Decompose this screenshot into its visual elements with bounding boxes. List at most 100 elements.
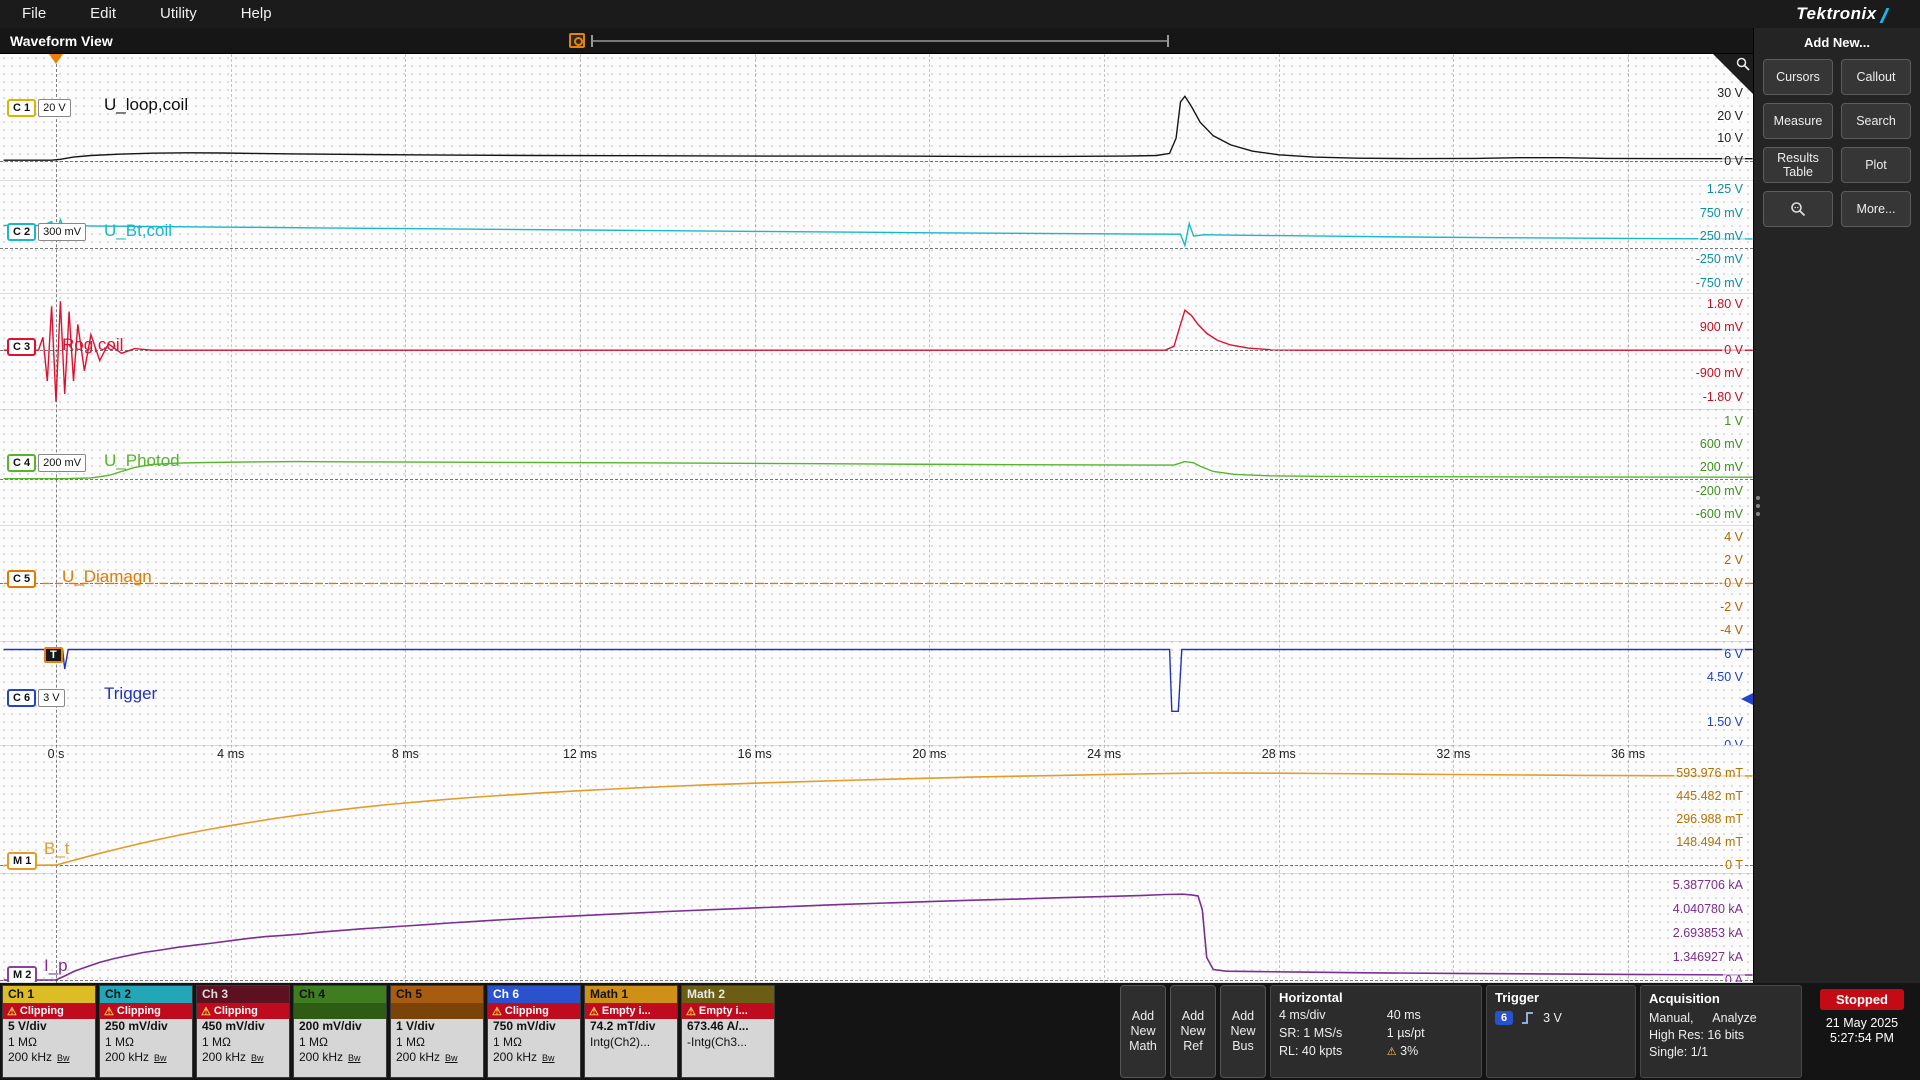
- menu-items: FileEditUtilityHelp: [0, 0, 294, 28]
- card-header: Ch 5: [391, 986, 483, 1003]
- card-status: ⚠Empty i...: [585, 1003, 677, 1019]
- add-new-math-button[interactable]: Add New Math: [1120, 985, 1166, 1078]
- card-ch-6[interactable]: Ch 6⚠Clipping750 mV/div1 MΩ200 kHzBw: [487, 985, 581, 1078]
- channel-badge-ch1[interactable]: C 120 V: [7, 99, 71, 117]
- main-area: Waveform View 30 V20 V10 V0 VC 120 VU_lo…: [0, 28, 1920, 983]
- acquisition-panel[interactable]: Acquisition Manual, Analyze High Res: 16…: [1640, 985, 1802, 1078]
- waveform-label-m2[interactable]: I_p: [44, 956, 68, 976]
- channel-scale-ch1[interactable]: 20 V: [38, 99, 71, 117]
- x-tick-label: 8 ms: [377, 747, 433, 761]
- y-tick-m1: 445.482 mT: [1674, 789, 1745, 803]
- waveform-label-ch4[interactable]: U_Photod: [104, 451, 180, 471]
- zoom-overview-track[interactable]: [593, 40, 1167, 42]
- panel-resize-handle[interactable]: [1756, 496, 1760, 516]
- channel-badge-m1[interactable]: M 1: [7, 852, 37, 870]
- card-ch-2[interactable]: Ch 2⚠Clipping250 mV/div1 MΩ200 kHzBw: [99, 985, 193, 1078]
- channel-pill-ch5[interactable]: C 5: [7, 570, 36, 588]
- channel-badge-ch4[interactable]: C 4200 mV: [7, 454, 86, 472]
- y-tick-ch3: 0 V: [1722, 343, 1745, 357]
- y-tick-m1: 296.988 mT: [1674, 812, 1745, 826]
- add-new-bus-button[interactable]: Add New Bus: [1220, 985, 1266, 1078]
- sidebar-button-more[interactable]: More...: [1841, 191, 1911, 227]
- sidebar-button-plot[interactable]: Plot: [1841, 147, 1911, 183]
- channel-scale-ch2[interactable]: 300 mV: [38, 223, 86, 241]
- waveform-label-ch6[interactable]: Trigger: [104, 684, 157, 704]
- card-ch-5[interactable]: Ch 5 1 V/div1 MΩ200 kHzBw: [390, 985, 484, 1078]
- y-tick-m1: 593.976 mT: [1674, 766, 1745, 780]
- channel-pill-ch6[interactable]: C 6: [7, 689, 36, 707]
- channel-pill-m1[interactable]: M 1: [7, 852, 37, 870]
- channel-scale-ch4[interactable]: 200 mV: [38, 454, 86, 472]
- channel-pill-ch3[interactable]: C 3: [7, 338, 36, 356]
- card-math-1[interactable]: Math 1⚠Empty i...74.2 mT/divIntg(Ch2)...: [584, 985, 678, 1078]
- waveform-grid[interactable]: 30 V20 V10 V0 VC 120 VU_loop,coil1.25 V7…: [0, 54, 1753, 983]
- waveform-label-ch3[interactable]: Rog,coil: [62, 335, 123, 355]
- waveform-view-titlebar[interactable]: Waveform View: [0, 28, 1753, 54]
- channel-badge-ch5[interactable]: C 5: [7, 570, 36, 588]
- channel-cards: Ch 1⚠Clipping5 V/div1 MΩ200 kHzBwCh 2⚠Cl…: [2, 985, 775, 1078]
- card-ch-4[interactable]: Ch 4200 mV/div1 MΩ200 kHzBw: [293, 985, 387, 1078]
- channel-pill-ch2[interactable]: C 2: [7, 223, 36, 241]
- menu-item-utility[interactable]: Utility: [138, 0, 219, 28]
- y-tick-ch6: 4.50 V: [1705, 670, 1745, 684]
- trigger-level-marker[interactable]: [1741, 693, 1753, 705]
- bandwidth-suffix: Bw: [251, 1053, 264, 1063]
- bandwidth-suffix: Bw: [542, 1053, 555, 1063]
- card-status: ⚠Clipping: [197, 1003, 289, 1019]
- add-new-ref-button[interactable]: Add New Ref: [1170, 985, 1216, 1078]
- channel-badge-ch2[interactable]: C 2300 mV: [7, 223, 86, 241]
- card-status-text: Clipping: [117, 1005, 161, 1017]
- waveform-view-title: Waveform View: [0, 33, 113, 49]
- channel-scale-ch6[interactable]: 3 V: [38, 689, 65, 707]
- warning-icon: ⚠: [589, 1005, 599, 1018]
- channel-badge-ch6[interactable]: C 63 V: [7, 689, 65, 707]
- channel-pill-ch4[interactable]: C 4: [7, 454, 36, 472]
- waveform-label-m1[interactable]: B_t: [44, 839, 70, 859]
- channel-badge-ch3[interactable]: C 3: [7, 338, 36, 356]
- channel-badge-m2[interactable]: M 2: [7, 966, 37, 983]
- menu-item-file[interactable]: File: [0, 0, 68, 28]
- waveform-trace-m2: [0, 874, 1753, 983]
- card-body: 1 V/div1 MΩ200 kHzBw: [391, 1019, 483, 1077]
- y-tick-ch2: 750 mV: [1698, 206, 1745, 220]
- card-body: 5 V/div1 MΩ200 kHzBw: [3, 1019, 95, 1077]
- y-tick-ch3: -1.80 V: [1701, 390, 1745, 404]
- trigger-title: Trigger: [1495, 990, 1627, 1005]
- sidebar-button-callout[interactable]: Callout: [1841, 59, 1911, 95]
- sidebar-button-zoom[interactable]: [1763, 191, 1833, 227]
- card-body: 450 mV/div1 MΩ200 kHzBw: [197, 1019, 289, 1077]
- card-row: 200 kHzBw: [488, 1050, 580, 1067]
- trigger-position-marker[interactable]: [49, 54, 63, 64]
- horizontal-values: 4 ms/div 40 ms SR: 1 MS/s 1 µs/pt RL: 40…: [1279, 1008, 1473, 1058]
- trigger-panel[interactable]: Trigger 6 3 V: [1486, 985, 1636, 1078]
- acquisition-detail: High Res: 16 bits: [1649, 1027, 1793, 1044]
- waveform-label-ch5[interactable]: U_Diamagn: [62, 567, 152, 587]
- trigger-source-t-badge[interactable]: T: [44, 647, 63, 663]
- zoom-corner-button[interactable]: [1713, 54, 1753, 94]
- slice-ch1: 30 V20 V10 V0 VC 120 VU_loop,coil: [0, 59, 1753, 181]
- waveform-label-ch1[interactable]: U_loop,coil: [104, 95, 188, 115]
- horizontal-panel[interactable]: Horizontal 4 ms/div 40 ms SR: 1 MS/s 1 µ…: [1270, 985, 1482, 1078]
- menu-item-help[interactable]: Help: [219, 0, 294, 28]
- zoom-overview-icon[interactable]: [569, 33, 585, 48]
- sidebar-button-search[interactable]: Search: [1841, 103, 1911, 139]
- warning-icon: ⚠: [1387, 1046, 1397, 1058]
- card-header: Ch 6: [488, 986, 580, 1003]
- time: 5:27:54 PM: [1826, 1031, 1898, 1046]
- waveform-label-ch2[interactable]: U_Bt,coil: [104, 221, 172, 241]
- sidebar-button-cursors[interactable]: Cursors: [1763, 59, 1833, 95]
- horizontal-window: 40 ms: [1387, 1008, 1473, 1022]
- menu-item-edit[interactable]: Edit: [68, 0, 138, 28]
- card-math-2[interactable]: Math 2⚠Empty i...673.46 A/...-Intg(Ch3..…: [681, 985, 775, 1078]
- channel-pill-m2[interactable]: M 2: [7, 966, 37, 983]
- card-row: 1 MΩ: [100, 1035, 192, 1051]
- zoom-overview-bar[interactable]: [591, 35, 1169, 47]
- waveform-trace-ch3: [0, 294, 1753, 410]
- card-ch-1[interactable]: Ch 1⚠Clipping5 V/div1 MΩ200 kHzBw: [2, 985, 96, 1078]
- channel-pill-ch1[interactable]: C 1: [7, 99, 36, 117]
- sidebar-button-results-table[interactable]: Results Table: [1763, 147, 1833, 183]
- card-row: 250 mV/div: [100, 1019, 192, 1035]
- sidebar-button-measure[interactable]: Measure: [1763, 103, 1833, 139]
- card-ch-3[interactable]: Ch 3⚠Clipping450 mV/div1 MΩ200 kHzBw: [196, 985, 290, 1078]
- waveform-trace-ch6: [0, 642, 1753, 746]
